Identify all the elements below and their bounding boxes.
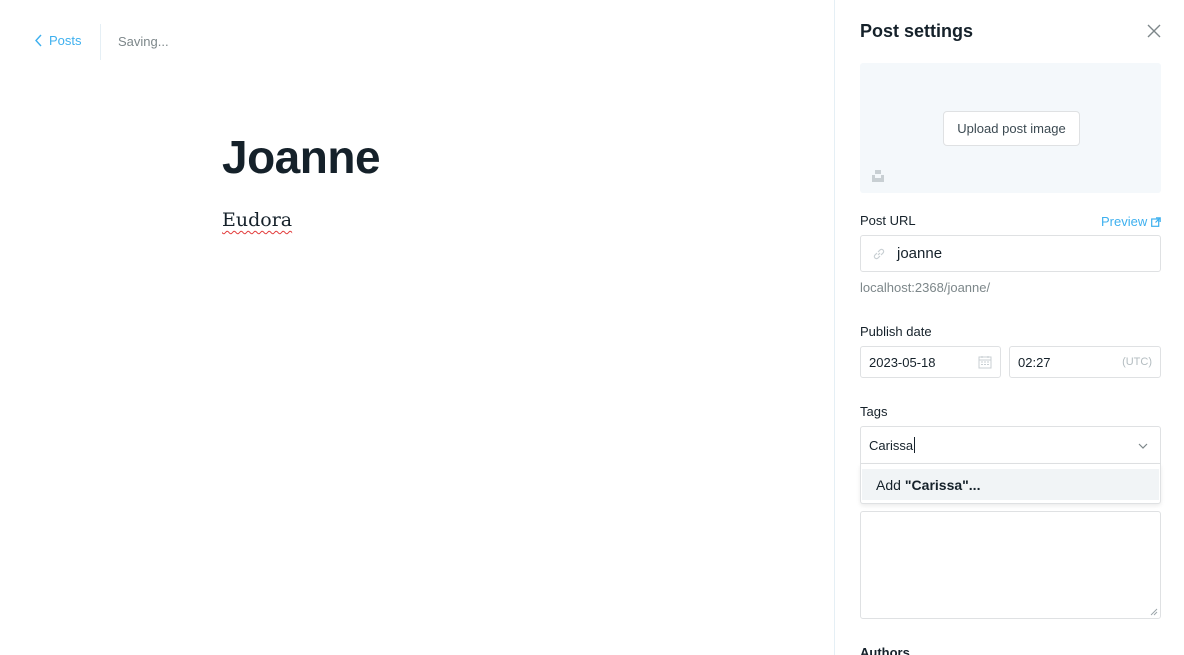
- preview-link-label: Preview: [1101, 214, 1148, 229]
- post-url-hint: localhost:2368/joanne/: [860, 280, 991, 295]
- post-url-label: Post URL: [860, 213, 916, 228]
- excerpt-textarea[interactable]: [860, 511, 1161, 619]
- unsplash-icon[interactable]: [871, 169, 885, 183]
- tags-dropdown: Add "Carissa"...: [860, 464, 1161, 504]
- close-icon[interactable]: [1145, 22, 1163, 40]
- external-link-icon: [1151, 216, 1162, 227]
- post-url-value: joanne: [897, 245, 943, 262]
- add-tag-option[interactable]: Add "Carissa"...: [862, 469, 1159, 500]
- editor-header: Posts Saving...: [0, 0, 834, 84]
- post-title[interactable]: Joanne: [222, 130, 381, 184]
- timezone-label: (UTC): [1122, 356, 1152, 368]
- tags-input[interactable]: Carissa: [860, 426, 1161, 464]
- chevron-down-icon[interactable]: [1137, 440, 1149, 452]
- text-cursor: [914, 437, 916, 453]
- publish-date-value: 2023-05-18: [869, 354, 936, 370]
- add-tag-prefix: Add: [876, 476, 901, 493]
- authors-label: Authors: [860, 645, 910, 655]
- back-link-label: Posts: [49, 33, 82, 48]
- add-tag-value: "Carissa"...: [904, 476, 981, 493]
- post-body[interactable]: Eudora: [222, 209, 292, 231]
- tags-label: Tags: [860, 404, 888, 419]
- chevron-left-icon: [35, 34, 42, 47]
- publish-time-value: 02:27: [1018, 354, 1051, 370]
- editor-pane: Posts Saving... Joanne Eudora: [0, 0, 834, 655]
- link-icon: [873, 248, 885, 259]
- upload-post-image-button[interactable]: Upload post image: [943, 111, 1080, 146]
- post-settings-panel: Post settings Upload post image Post URL…: [834, 0, 1184, 655]
- resize-handle-icon[interactable]: [1150, 608, 1158, 616]
- post-url-input[interactable]: joanne: [860, 235, 1161, 272]
- post-image-dropzone[interactable]: Upload post image: [860, 63, 1161, 193]
- tags-input-value: Carissa: [869, 437, 914, 453]
- publish-date-input[interactable]: 2023-05-18: [860, 346, 1001, 378]
- back-to-posts-link[interactable]: Posts: [34, 33, 82, 48]
- publish-date-label: Publish date: [860, 324, 932, 339]
- settings-title: Post settings: [860, 21, 974, 41]
- calendar-icon[interactable]: [978, 355, 992, 369]
- save-status: Saving...: [118, 34, 169, 49]
- header-divider: [100, 24, 101, 60]
- preview-link[interactable]: Preview: [1101, 214, 1162, 229]
- publish-time-input[interactable]: 02:27 (UTC): [1009, 346, 1161, 378]
- app-window: Posts Saving... Joanne Eudora Post setti…: [0, 0, 1184, 655]
